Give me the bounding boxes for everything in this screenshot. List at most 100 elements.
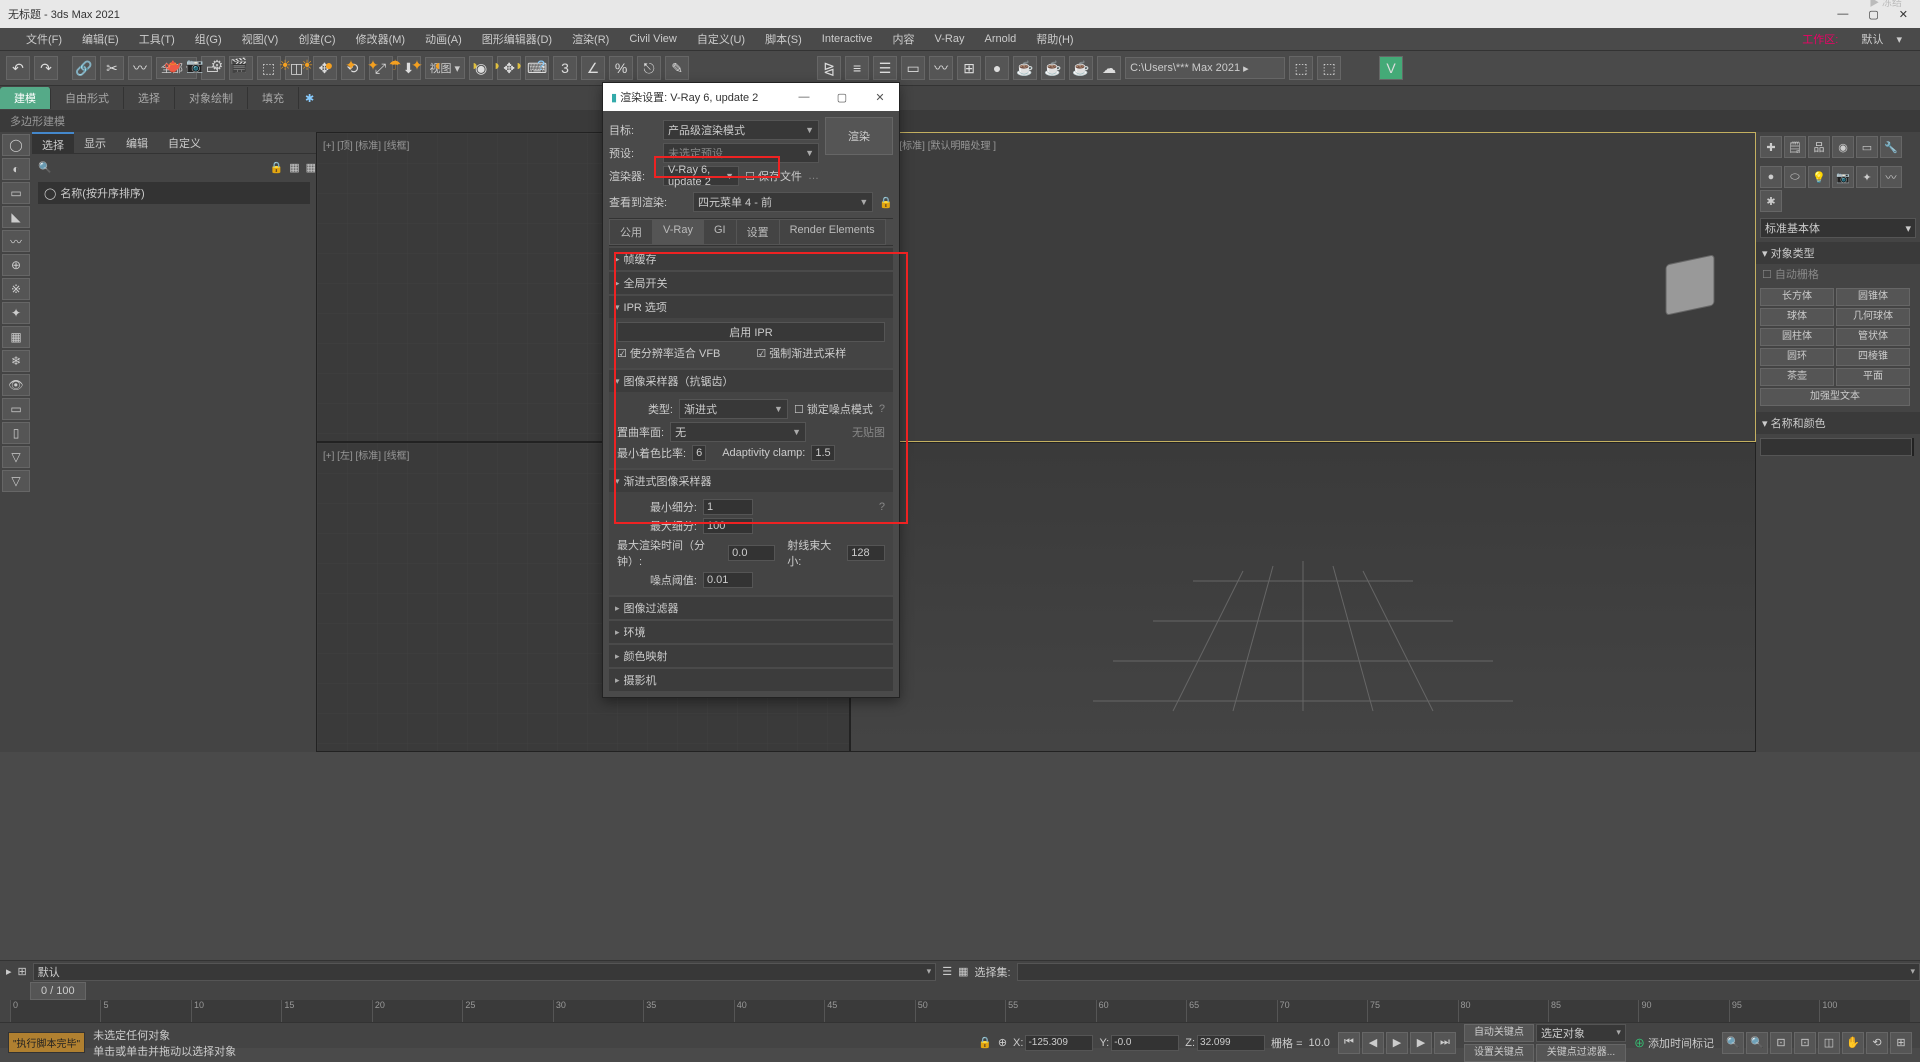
spinner-snap-button[interactable]: ⎋ <box>637 56 661 80</box>
undo-button[interactable]: ↶ <box>6 56 30 80</box>
layer-explorer-button[interactable]: ☰ <box>873 56 897 80</box>
rollout-color-mapping[interactable]: 颜色映射 <box>609 645 893 667</box>
align-button[interactable]: ≡ <box>845 56 869 80</box>
ray-bundle-spinner[interactable]: 128 <box>847 545 885 561</box>
view-to-render-dropdown[interactable]: 四元菜单 4 - 前▼ <box>693 192 873 212</box>
fov-icon[interactable]: ◫ <box>1818 1032 1840 1054</box>
menu-arnold[interactable]: Arnold <box>975 33 1027 45</box>
render-production-button[interactable]: ☕ <box>1069 56 1093 80</box>
menu-modifiers[interactable]: 修改器(M) <box>346 31 416 47</box>
display-shapes-icon[interactable]: ▭ <box>2 182 30 204</box>
ribbon-tab-populate[interactable]: 填充 <box>248 87 299 109</box>
menu-graph-editors[interactable]: 图形编辑器(D) <box>472 31 562 47</box>
sampler-type-dropdown[interactable]: 渐进式▼ <box>679 399 788 419</box>
create-systems-icon[interactable]: ✱ <box>1760 190 1782 212</box>
bind-spacewarp-button[interactable]: 〰 <box>128 56 152 80</box>
mirror-button[interactable]: ⧎ <box>817 56 841 80</box>
pyramid-button[interactable]: 四棱锥 <box>1836 348 1910 366</box>
enable-ipr-button[interactable]: 启用 IPR <box>617 322 885 342</box>
view-mode-icon[interactable]: ▦ <box>289 161 299 174</box>
dialog-maximize-button[interactable]: ▢ <box>823 83 861 111</box>
display-bone-icon[interactable]: ✦ <box>2 302 30 324</box>
display-lights-icon[interactable]: ◣ <box>2 206 30 228</box>
timeline-ruler[interactable]: 0510152025303540455055606570758085909510… <box>10 1000 1910 1022</box>
rollout-name-color[interactable]: ▾ 名称和颜色 <box>1756 412 1920 434</box>
create-geometry-icon[interactable]: ● <box>1760 166 1782 188</box>
dome1-icon[interactable]: ◗ <box>466 56 484 74</box>
menu-customize[interactable]: 自定义(U) <box>687 31 755 47</box>
prog-help-icon[interactable]: ? <box>879 501 885 513</box>
tube-button[interactable]: 管状体 <box>1836 328 1910 346</box>
autokey-button[interactable]: 自动关键点 <box>1464 1024 1534 1042</box>
sun3-icon[interactable]: ● <box>320 56 338 74</box>
modify-tab-icon[interactable]: 🗒 <box>1784 136 1806 158</box>
zoom-icon[interactable]: 🔍 <box>1722 1032 1744 1054</box>
sort-icon[interactable]: ▦ <box>306 161 316 174</box>
snap-toggle-button[interactable]: 3 <box>553 56 577 80</box>
menu-edit[interactable]: 编辑(E) <box>72 31 129 47</box>
menu-scripting[interactable]: 脚本(S) <box>755 31 812 47</box>
create-helpers-icon[interactable]: ✦ <box>1856 166 1878 188</box>
menu-vray[interactable]: V-Ray <box>925 33 975 45</box>
redo-button[interactable]: ↷ <box>34 56 58 80</box>
lock-selection-icon[interactable]: 🔒 <box>978 1036 992 1049</box>
workspace-selector[interactable]: 工作区: 默认 ▾ <box>1782 31 1912 47</box>
tab-vray[interactable]: V-Ray <box>652 219 704 245</box>
sun2-icon[interactable]: ☀ <box>298 56 316 74</box>
menu-interactive[interactable]: Interactive <box>812 33 883 45</box>
sun4-icon[interactable]: ✦ <box>342 56 360 74</box>
orbit-icon[interactable]: ⟲ <box>1866 1032 1888 1054</box>
display-xref-icon[interactable]: ▯ <box>2 422 30 444</box>
layer-dropdown[interactable]: 默认▾ <box>33 963 936 981</box>
sampler-help-icon[interactable]: ? <box>879 403 885 415</box>
menu-tools[interactable]: 工具(T) <box>129 31 185 47</box>
lock-noise-checkbox[interactable]: ☐ 锁定噪点模式 <box>794 401 873 417</box>
menu-help[interactable]: 帮助(H) <box>1026 31 1083 47</box>
menu-group[interactable]: 组(G) <box>185 31 232 47</box>
vray-vfb-button[interactable]: V <box>1379 56 1403 80</box>
key-filter-button[interactable]: 关键点过滤器... <box>1536 1044 1626 1062</box>
unlink-button[interactable]: ✂ <box>100 56 124 80</box>
teapot-icon[interactable]: 🫖 <box>164 56 182 74</box>
absolute-mode-icon[interactable]: ⊕ <box>998 1036 1007 1049</box>
ribbon-tab-freeform[interactable]: 自由形式 <box>51 87 124 109</box>
display-containers-icon[interactable]: ▦ <box>2 326 30 348</box>
menu-civil-view[interactable]: Civil View <box>619 33 686 45</box>
track-view-icon[interactable]: ⊞ <box>18 965 27 978</box>
cylinder-button[interactable]: 圆柱体 <box>1760 328 1834 346</box>
tab-common[interactable]: 公用 <box>609 219 653 245</box>
scene-tab-edit[interactable]: 编辑 <box>116 132 158 153</box>
time-slider[interactable]: 0 / 100 <box>30 982 86 1000</box>
display-children-icon[interactable]: ▽ <box>2 446 30 468</box>
expand-icon[interactable]: ◯ <box>44 187 56 200</box>
menu-create[interactable]: 创建(C) <box>288 31 345 47</box>
zoom-extents-icon[interactable]: ⊡ <box>1770 1032 1792 1054</box>
noise-threshold-spinner[interactable]: 0.01 <box>703 572 753 588</box>
dome2-icon[interactable]: ◗ <box>488 56 506 74</box>
geosphere-button[interactable]: 几何球体 <box>1836 308 1910 326</box>
viewport-persp2[interactable] <box>850 442 1756 752</box>
toggle-ribbon-button[interactable]: ▭ <box>901 56 925 80</box>
help-icon[interactable]: ? <box>532 56 550 74</box>
display-cameras-icon[interactable]: 〰 <box>2 230 30 252</box>
gear-icon[interactable]: ⚙ <box>208 56 226 74</box>
rollout-camera[interactable]: 摄影机 <box>609 669 893 691</box>
scene-tab-customize[interactable]: 自定义 <box>158 132 211 153</box>
min-subdiv-spinner[interactable]: 1 <box>703 499 753 515</box>
hierarchy-tab-icon[interactable]: 品 <box>1808 136 1830 158</box>
coord-x-input[interactable] <box>1025 1035 1093 1051</box>
sun8-icon[interactable]: ◐ <box>430 56 448 74</box>
textplus-button[interactable]: 加强型文本 <box>1760 388 1910 406</box>
display-hidden-icon[interactable]: 👁 <box>2 374 30 396</box>
menu-file[interactable]: 文件(F) <box>16 31 72 47</box>
motion-tab-icon[interactable]: ◉ <box>1832 136 1854 158</box>
scene-tab-display[interactable]: 显示 <box>74 132 116 153</box>
target-dropdown[interactable]: 产品级渲染模式▼ <box>663 120 819 140</box>
camera-icon[interactable]: 📷 <box>186 56 204 74</box>
preset-dropdown[interactable]: 未选定预设▼ <box>663 143 819 163</box>
viewport-perspective[interactable]: [+] [透视] [标准] [默认明暗处理 ] <box>850 132 1756 442</box>
sun6-icon[interactable]: ☂ <box>386 56 404 74</box>
box-button[interactable]: 长方体 <box>1760 288 1834 306</box>
dialog-minimize-button[interactable]: — <box>785 83 823 111</box>
edit-named-sel-button[interactable]: ✎ <box>665 56 689 80</box>
